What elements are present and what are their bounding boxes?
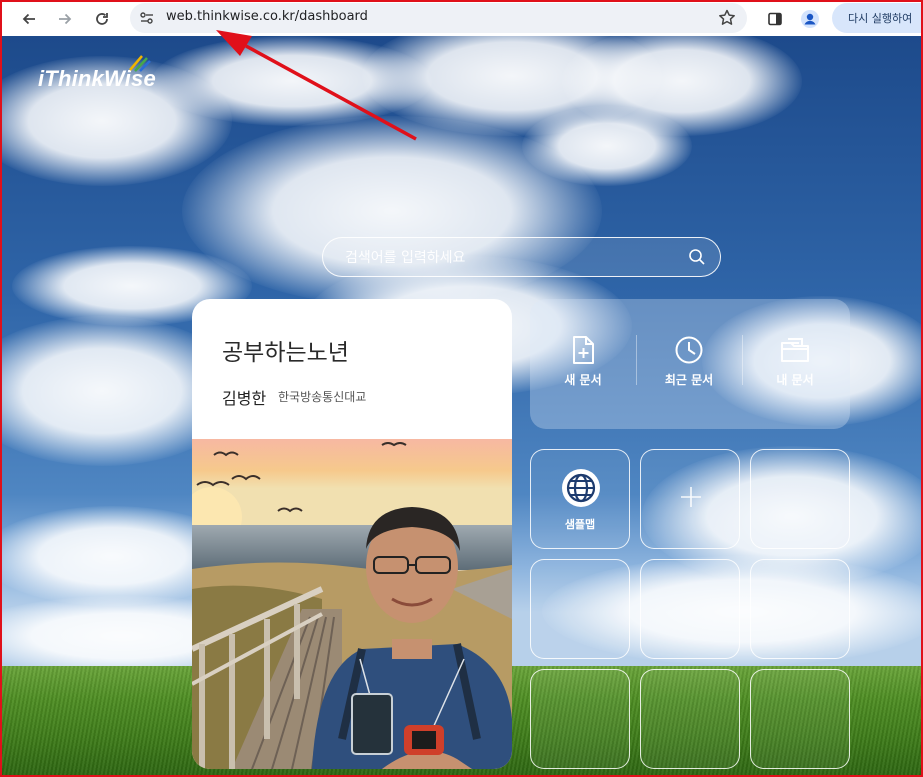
recent-documents-button[interactable]: 최근 문서 (639, 335, 739, 395)
new-document-icon (573, 336, 594, 364)
forward-icon (59, 13, 72, 25)
profile-button[interactable] (797, 6, 823, 32)
bookmark-star-icon[interactable] (717, 8, 737, 28)
profile-title: 공부하는노년 (222, 340, 349, 366)
back-button[interactable] (16, 6, 42, 32)
side-panel-button[interactable] (762, 6, 788, 32)
back-icon (22, 13, 35, 25)
empty-tile (530, 559, 630, 659)
my-documents-label: 내 문서 (776, 373, 814, 387)
address-bar[interactable]: web.thinkwise.co.kr/dashboard (130, 3, 747, 33)
profile-card[interactable]: 공부하는노년 김병한 한국방송통신대교 (192, 299, 512, 769)
url-text[interactable]: web.thinkwise.co.kr/dashboard (166, 9, 368, 24)
folder-icon (781, 338, 809, 362)
plus-icon (681, 487, 701, 507)
relaunch-label: 다시 실행하여 (848, 12, 913, 25)
browser-toolbar: web.thinkwise.co.kr/dashboard 다시 실행하여 (2, 2, 922, 36)
profile-photo (192, 439, 512, 769)
search-input[interactable] (343, 247, 667, 269)
profile-organization: 한국방송통신대교 (278, 390, 367, 404)
empty-tile (750, 669, 850, 769)
reload-button[interactable] (89, 6, 115, 32)
empty-tile (640, 669, 740, 769)
reload-icon (96, 13, 108, 25)
profile-icon (801, 10, 819, 28)
recent-documents-label: 최근 문서 (664, 373, 714, 387)
quick-actions-panel: 새 문서 최근 문서 내 문서 (530, 299, 850, 429)
search-icon[interactable] (688, 248, 706, 266)
quick-divider (636, 335, 637, 385)
profile-name: 김병한 (222, 389, 267, 408)
empty-tile (750, 559, 850, 659)
new-document-label: 새 문서 (564, 373, 602, 387)
my-documents-button[interactable]: 내 문서 (745, 335, 845, 395)
new-document-button[interactable]: 새 문서 (533, 335, 633, 395)
sample-map-tile[interactable]: 샘플맵 (530, 449, 630, 549)
empty-tile (640, 559, 740, 659)
sample-map-label: 샘플맵 (564, 518, 596, 531)
empty-tile (530, 669, 630, 769)
side-panel-icon (768, 12, 782, 26)
forward-button[interactable] (52, 6, 78, 32)
site-settings-icon[interactable] (138, 9, 156, 27)
clock-icon (675, 336, 703, 364)
globe-icon (562, 469, 600, 507)
quick-divider (742, 335, 743, 385)
empty-tile (750, 449, 850, 549)
add-tile-button[interactable] (640, 449, 740, 549)
logo-swoosh-icon (129, 55, 151, 72)
relaunch-button[interactable]: 다시 실행하여 (832, 3, 922, 33)
search-bar (322, 237, 721, 277)
